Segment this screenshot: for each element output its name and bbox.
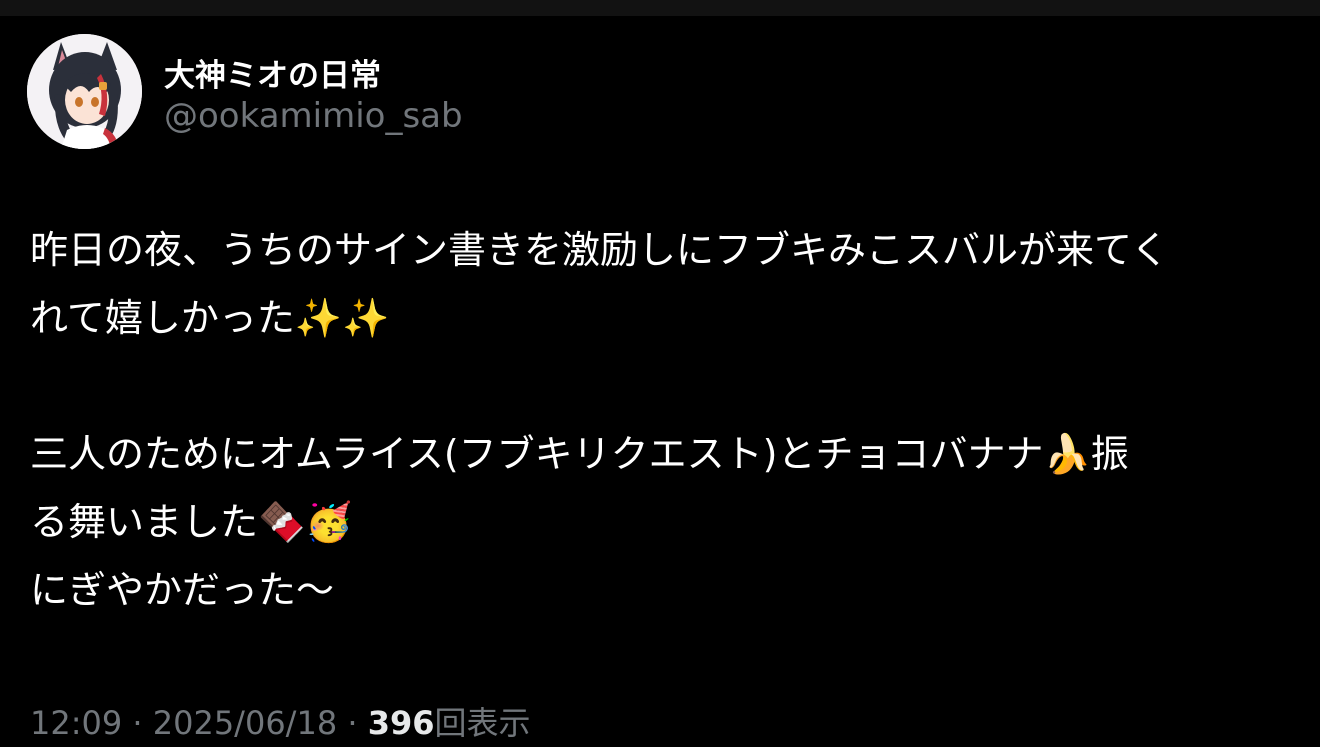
avatar-wolf-girl-icon [27,34,142,149]
meta-separator: · [337,704,368,742]
tweet-card: 大神ミオの日常 @ookamimio_sab 昨日の夜、うちのサイン書きを激励し… [0,16,1320,747]
tweet-line: にぎやかだった〜 [30,568,335,612]
tweet-time[interactable]: 12:09 [30,704,122,742]
author-handle[interactable]: @ookamimio_sab [164,96,463,136]
author-avatar[interactable] [27,34,142,149]
views-label: 回表示 [434,704,531,742]
meta-separator: · [122,704,153,742]
tweet-line: る舞いました🍫🥳 [30,500,353,544]
author-display-name[interactable]: 大神ミオの日常 [164,50,381,95]
tweet-line: れて嬉しかった✨✨ [30,296,390,340]
tweet-line: 三人のためにオムライス(フブキリクエスト)とチョコバナナ🍌振 [30,432,1129,476]
tweet-line: 昨日の夜、うちのサイン書きを激励しにフブキみこスバルが来てく [30,228,1169,272]
tweet-date[interactable]: 2025/06/18 [153,704,337,742]
top-strip [0,0,1320,16]
tweet-meta: 12:09 · 2025/06/18 · 396回表示 [30,698,531,744]
tweet-text: 昨日の夜、うちのサイン書きを激励しにフブキみこスバルが来てく れて嬉しかった✨✨… [30,216,1300,624]
views-count[interactable]: 396 [368,704,435,742]
